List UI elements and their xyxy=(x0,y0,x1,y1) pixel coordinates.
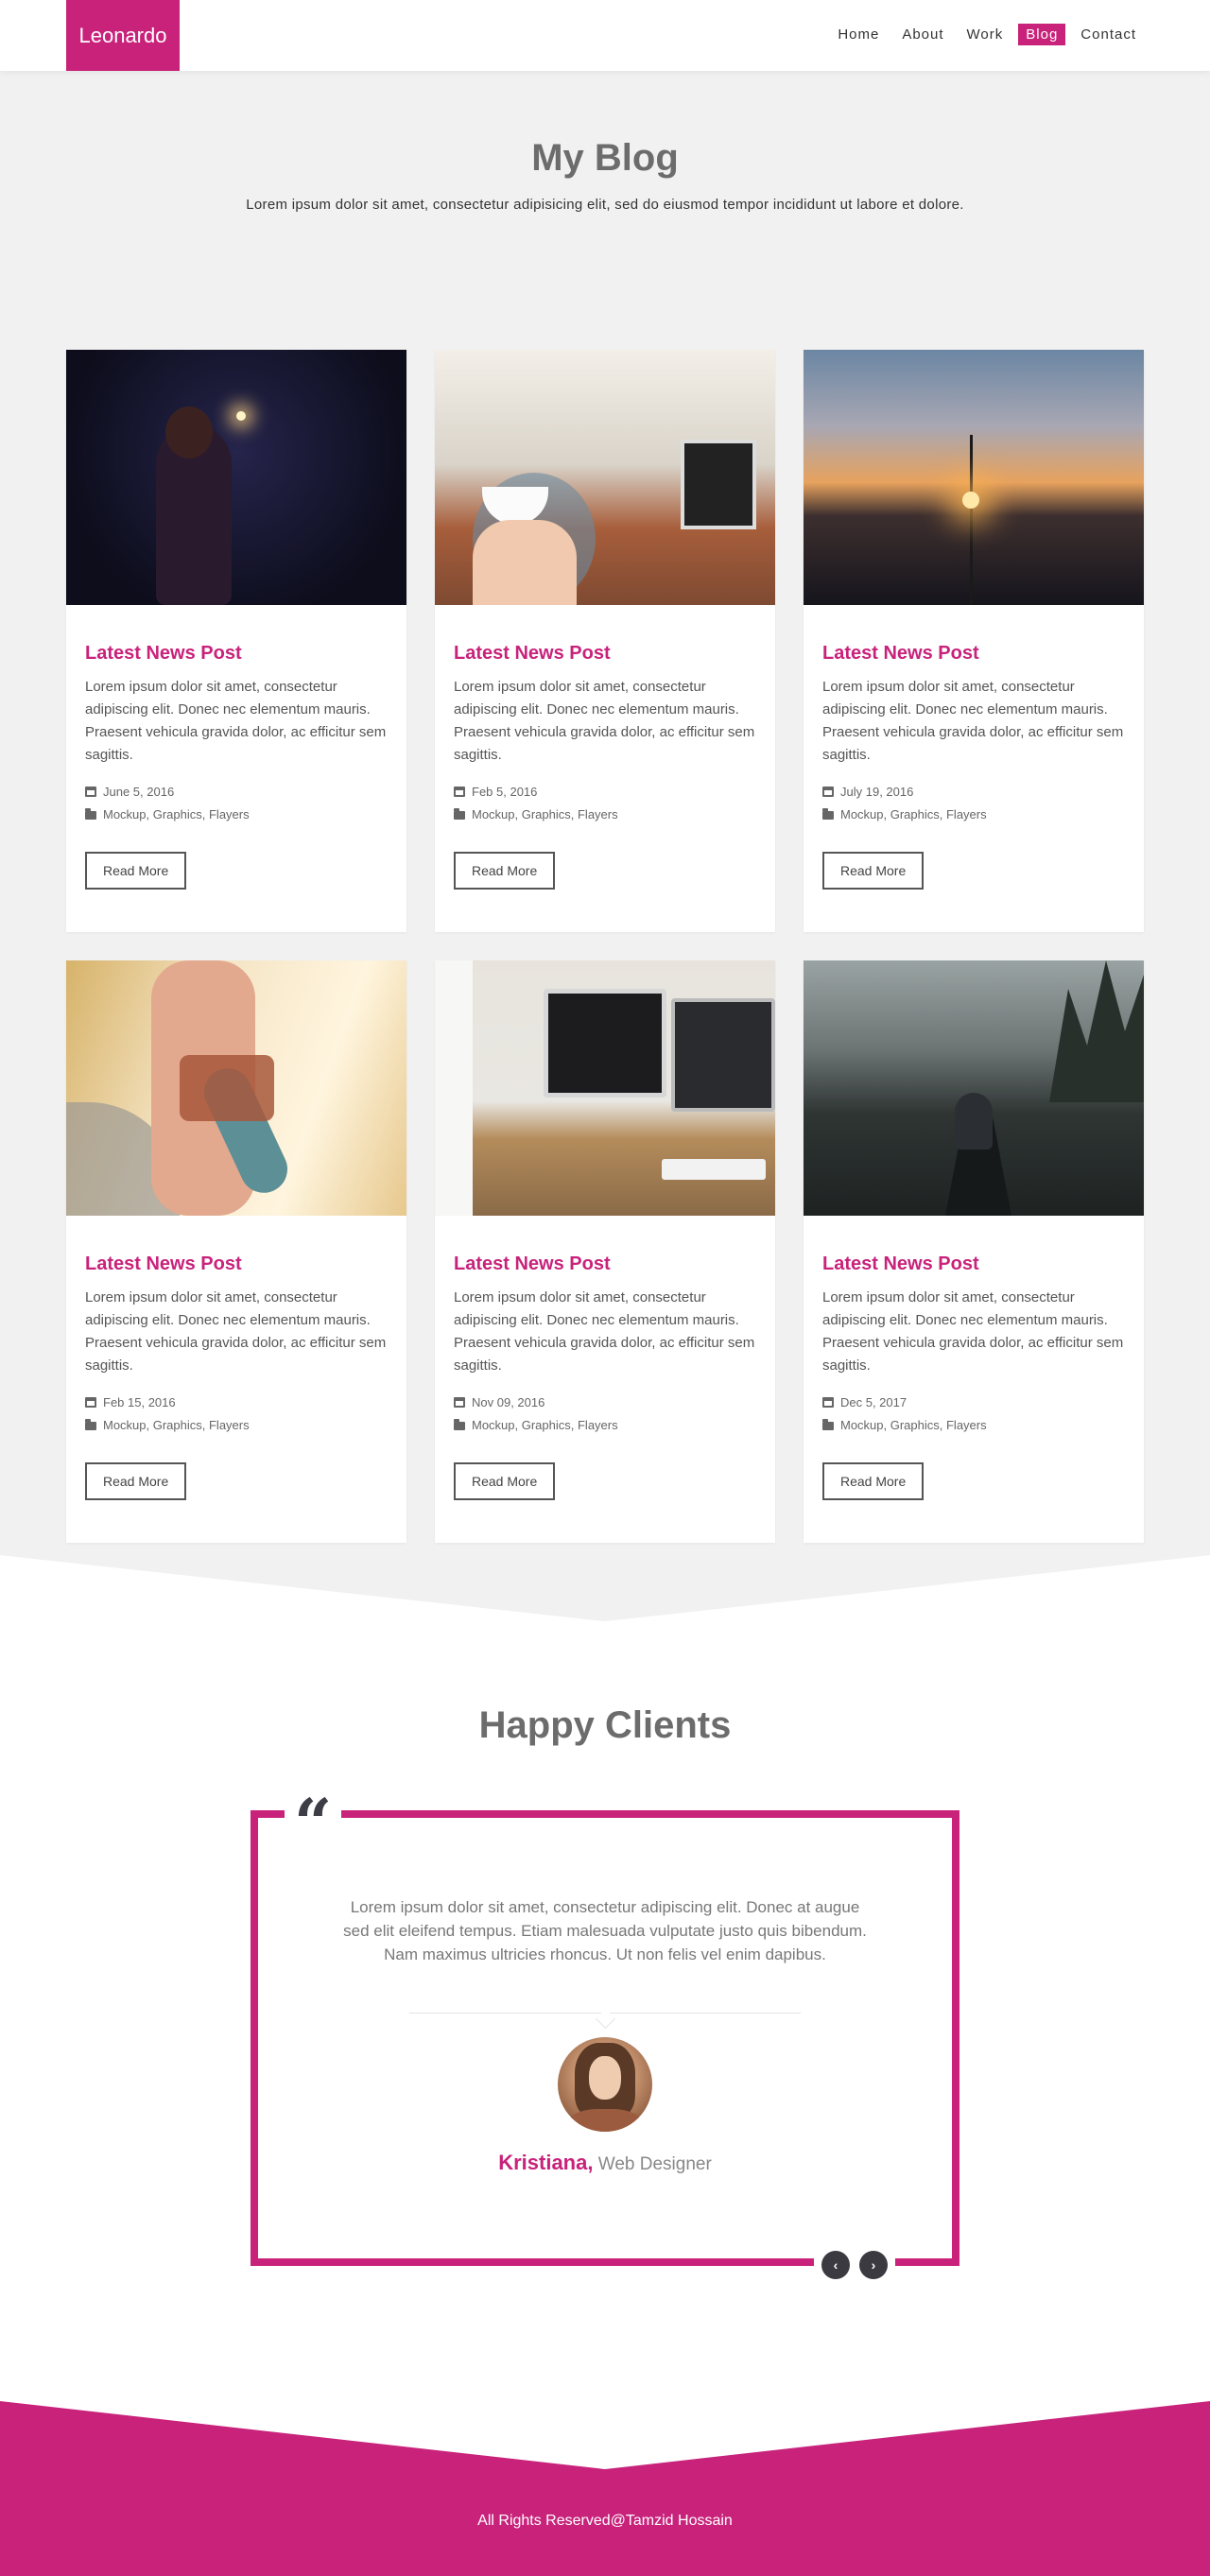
blog-subtitle: Lorem ipsum dolor sit amet, consectetur … xyxy=(246,197,964,213)
calendar-icon xyxy=(85,786,96,797)
folder-icon xyxy=(822,807,834,820)
post-excerpt: Lorem ipsum dolor sit amet, consectetur … xyxy=(454,1289,755,1374)
post-title[interactable]: Latest News Post xyxy=(822,1253,1125,1275)
calendar-icon xyxy=(454,786,465,797)
read-more-button[interactable]: Read More xyxy=(85,1462,187,1500)
folder-icon xyxy=(85,1418,96,1430)
nav-work[interactable]: Work xyxy=(959,24,1011,45)
testimonial-card: “ Lorem ipsum dolor sit amet, consectetu… xyxy=(251,1797,959,2279)
post-date: Feb 5, 2016 xyxy=(472,784,538,799)
post-excerpt: Lorem ipsum dolor sit amet, consectetur … xyxy=(85,1289,387,1374)
client-name: Kristiana, xyxy=(498,2151,594,2174)
clients-title: Happy Clients xyxy=(478,1704,732,1746)
folder-icon xyxy=(454,1418,465,1430)
post-date: June 5, 2016 xyxy=(103,784,175,799)
blog-card: Latest News Post Lorem ipsum dolor sit a… xyxy=(804,960,1144,1543)
folder-icon xyxy=(454,807,465,820)
read-more-button[interactable]: Read More xyxy=(822,1462,925,1500)
blog-card: Latest News Post Lorem ipsum dolor sit a… xyxy=(435,960,775,1543)
testimonial-text: Lorem ipsum dolor sit amet, consectetur … xyxy=(343,1898,867,1963)
post-image[interactable] xyxy=(435,350,775,605)
read-more-button[interactable]: Read More xyxy=(85,852,187,890)
clients-section: Happy Clients “ Lorem ipsum dolor sit am… xyxy=(0,1555,1210,2401)
post-tags[interactable]: Mockup, Graphics, Flayers xyxy=(840,807,987,821)
blog-section: My Blog Lorem ipsum dolor sit amet, cons… xyxy=(0,71,1210,1555)
post-excerpt: Lorem ipsum dolor sit amet, consectetur … xyxy=(822,1289,1124,1374)
post-image[interactable] xyxy=(435,960,775,1216)
post-excerpt: Lorem ipsum dolor sit amet, consectetur … xyxy=(454,679,755,763)
slider-controls: ‹ › xyxy=(814,2251,895,2279)
main-nav: Home About Work Blog Contact xyxy=(830,24,1144,45)
client-role: Web Designer xyxy=(593,2154,712,2174)
post-image[interactable] xyxy=(804,960,1144,1216)
folder-icon xyxy=(85,807,96,820)
nav-about[interactable]: About xyxy=(894,24,951,45)
site-header: Leonardo Home About Work Blog Contact xyxy=(0,0,1210,71)
client-avatar xyxy=(558,2037,652,2132)
post-tags[interactable]: Mockup, Graphics, Flayers xyxy=(103,807,250,821)
post-title[interactable]: Latest News Post xyxy=(85,643,388,665)
blog-card: Latest News Post Lorem ipsum dolor sit a… xyxy=(804,350,1144,932)
calendar-icon xyxy=(822,1396,834,1408)
chevron-left-icon[interactable]: ‹ xyxy=(821,2251,850,2279)
post-date: Feb 15, 2016 xyxy=(103,1394,176,1409)
read-more-button[interactable]: Read More xyxy=(454,852,556,890)
blog-card: Latest News Post Lorem ipsum dolor sit a… xyxy=(66,960,406,1543)
blog-card: Latest News Post Lorem ipsum dolor sit a… xyxy=(435,350,775,932)
post-title[interactable]: Latest News Post xyxy=(454,643,756,665)
post-excerpt: Lorem ipsum dolor sit amet, consectetur … xyxy=(822,679,1124,763)
client-info: Kristiana, Web Designer xyxy=(258,2151,952,2175)
post-image[interactable] xyxy=(804,350,1144,605)
post-date: Nov 09, 2016 xyxy=(472,1394,545,1409)
calendar-icon xyxy=(454,1396,465,1408)
blog-title: My Blog xyxy=(531,137,679,179)
calendar-icon xyxy=(85,1396,96,1408)
footer-divider-shape xyxy=(0,2401,1210,2469)
testimonial-divider xyxy=(409,2013,801,2014)
post-title[interactable]: Latest News Post xyxy=(85,1253,388,1275)
post-date: July 19, 2016 xyxy=(840,784,914,799)
quote-icon: “ xyxy=(285,1797,342,1842)
read-more-button[interactable]: Read More xyxy=(454,1462,556,1500)
post-title[interactable]: Latest News Post xyxy=(822,643,1125,665)
calendar-icon xyxy=(822,786,834,797)
post-date: Dec 5, 2017 xyxy=(840,1394,908,1409)
post-title[interactable]: Latest News Post xyxy=(454,1253,756,1275)
nav-home[interactable]: Home xyxy=(830,24,887,45)
post-image[interactable] xyxy=(66,960,406,1216)
copyright-text: All Rights Reserved@Tamzid Hossain xyxy=(477,2513,733,2529)
post-excerpt: Lorem ipsum dolor sit amet, consectetur … xyxy=(85,679,387,763)
nav-contact[interactable]: Contact xyxy=(1073,24,1144,45)
post-tags[interactable]: Mockup, Graphics, Flayers xyxy=(472,1418,618,1432)
site-logo[interactable]: Leonardo xyxy=(66,0,180,71)
read-more-button[interactable]: Read More xyxy=(822,852,925,890)
blog-grid: Latest News Post Lorem ipsum dolor sit a… xyxy=(66,350,1144,1543)
post-tags[interactable]: Mockup, Graphics, Flayers xyxy=(103,1418,250,1432)
post-tags[interactable]: Mockup, Graphics, Flayers xyxy=(840,1418,987,1432)
nav-blog[interactable]: Blog xyxy=(1018,24,1066,45)
site-footer: All Rights Reserved@Tamzid Hossain xyxy=(0,2401,1210,2576)
folder-icon xyxy=(822,1418,834,1430)
blog-card: Latest News Post Lorem ipsum dolor sit a… xyxy=(66,350,406,932)
chevron-right-icon[interactable]: › xyxy=(859,2251,888,2279)
post-tags[interactable]: Mockup, Graphics, Flayers xyxy=(472,807,618,821)
post-image[interactable] xyxy=(66,350,406,605)
